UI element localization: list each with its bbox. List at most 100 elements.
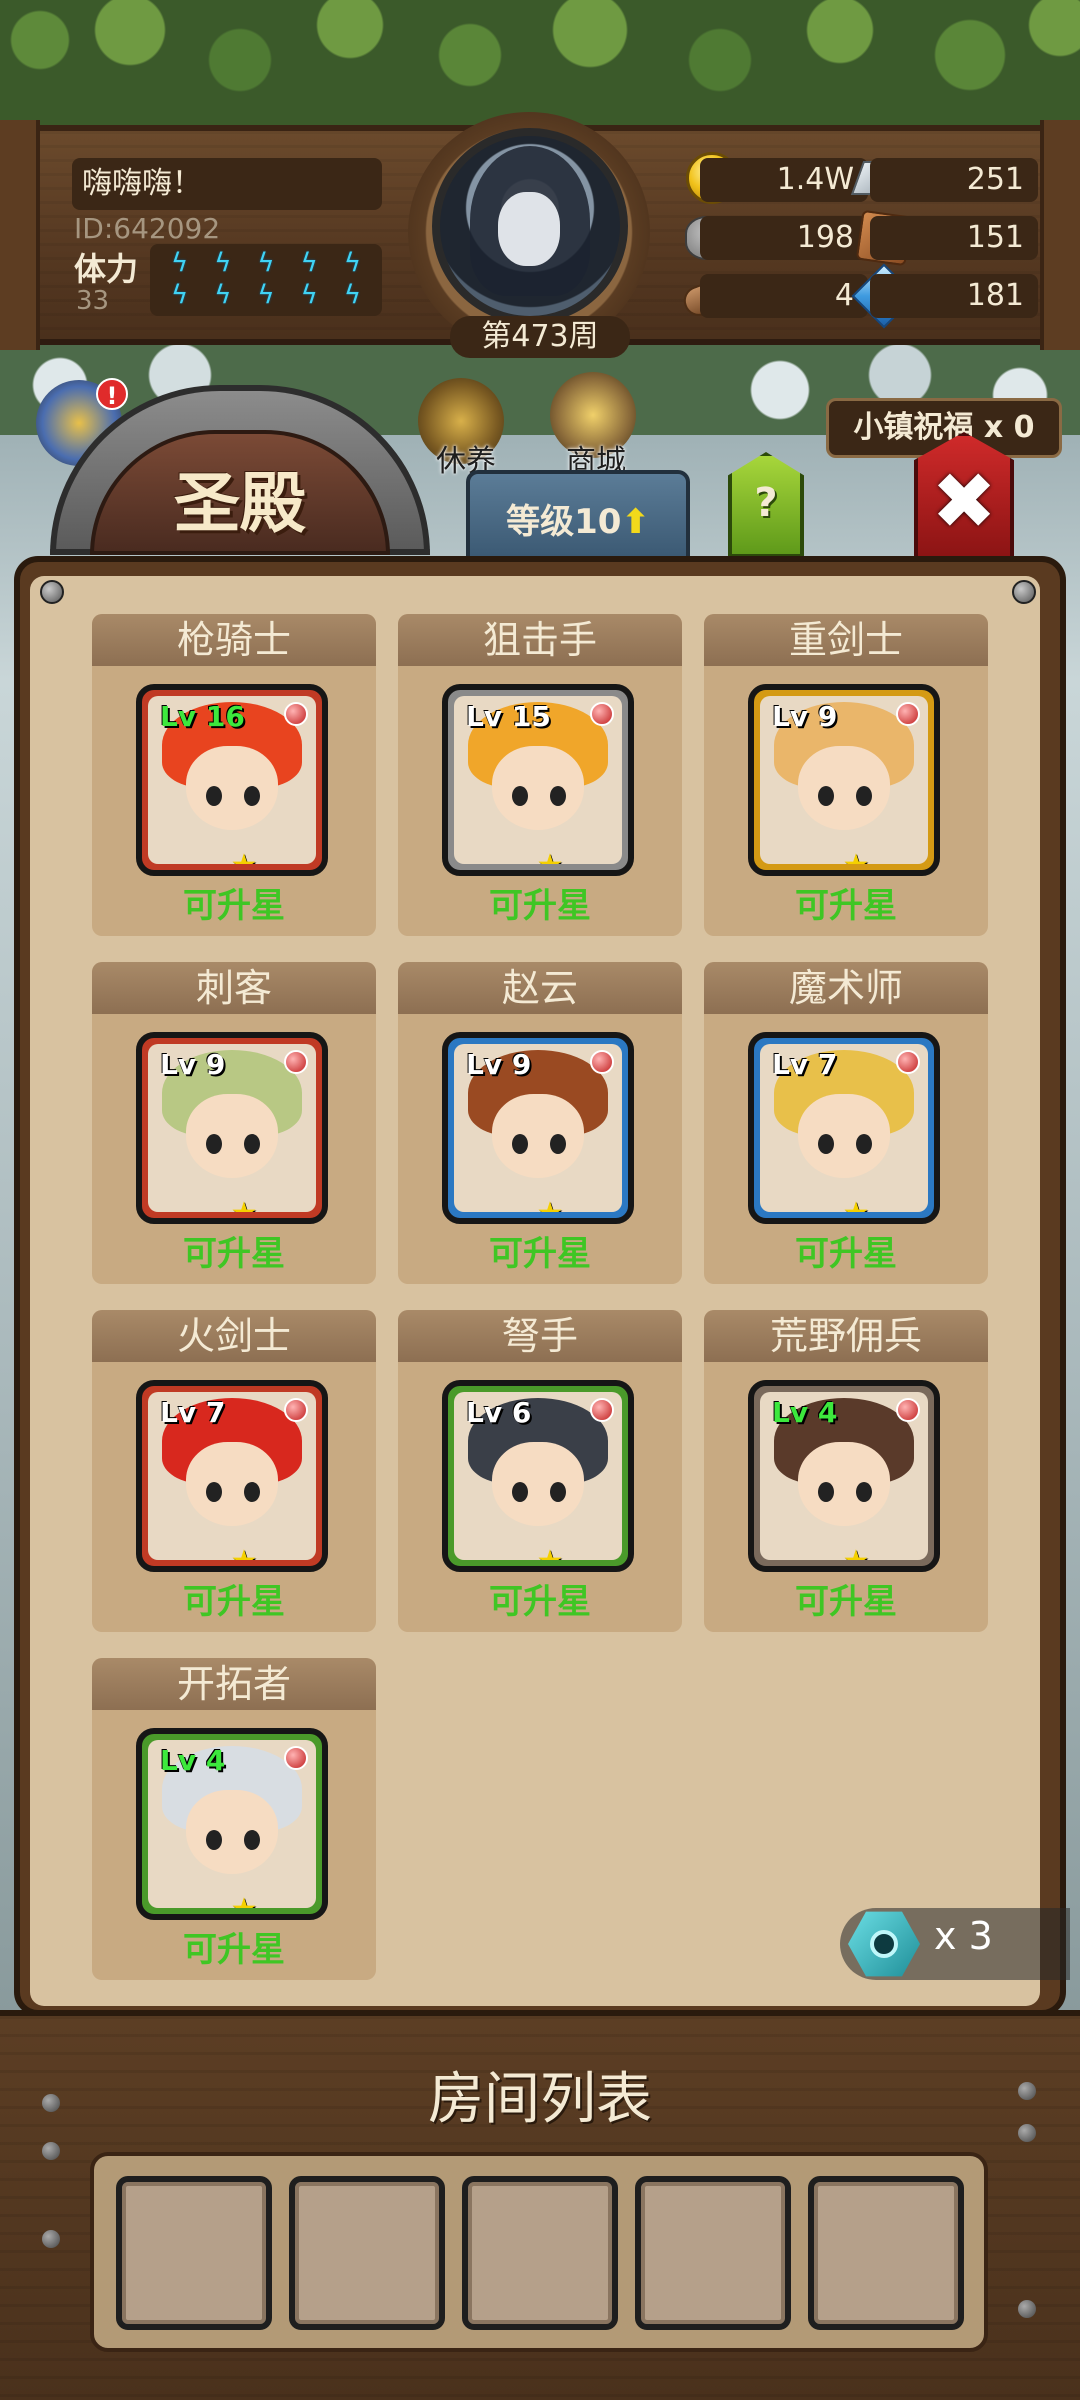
hero-portrait[interactable]: Lv 4 ★ xyxy=(748,1380,940,1572)
lightning-bolt-icon: ϟ xyxy=(300,280,318,310)
lightning-bolt-icon: ϟ xyxy=(214,280,232,310)
room-slot[interactable] xyxy=(635,2176,791,2330)
room-list-title: 房间列表 xyxy=(428,2067,652,2132)
hero-card[interactable]: 开拓者 Lv 4 ★ 可升星 xyxy=(92,1658,376,1980)
hero-card[interactable]: 重剑士 Lv 9 ★ 可升星 xyxy=(704,614,988,936)
red-gem-icon xyxy=(284,1746,308,1770)
stone-amount: 198 xyxy=(700,216,868,260)
hero-card[interactable]: 荒野佣兵 Lv 4 ★ 可升星 xyxy=(704,1310,988,1632)
hero-card[interactable]: 赵云 Lv 9 ★ 可升星 xyxy=(398,962,682,1284)
star-icon: ★ xyxy=(148,1544,316,1560)
player-name: 嗨嗨嗨！ xyxy=(72,158,382,210)
room-slot[interactable] xyxy=(808,2176,964,2330)
lightning-bolt-icon: ϟ xyxy=(171,248,189,278)
alert-badge: ! xyxy=(96,378,128,410)
hero-level: Lv 9 xyxy=(160,1048,226,1081)
hero-portrait[interactable]: Lv 7 ★ xyxy=(136,1380,328,1572)
lightning-bolt-icon: ϟ xyxy=(343,248,361,278)
star-icon: ★ xyxy=(760,848,928,864)
star-icon: ★ xyxy=(454,1544,622,1560)
hero-level: Lv 7 xyxy=(160,1396,226,1429)
hero-level: Lv 16 xyxy=(160,700,245,733)
upgrade-star-status: 可升星 xyxy=(489,1582,591,1622)
hero-card[interactable]: 弩手 Lv 6 ★ 可升星 xyxy=(398,1310,682,1632)
upgrade-star-status: 可升星 xyxy=(489,886,591,926)
red-gem-icon xyxy=(896,1050,920,1074)
building-title: 圣殿 xyxy=(174,465,306,542)
star-icon: ★ xyxy=(454,848,622,864)
upgrade-star-status: 可升星 xyxy=(795,1234,897,1274)
star-icon: ★ xyxy=(760,1196,928,1212)
stamina-value: 33 xyxy=(76,286,110,316)
star-icon: ★ xyxy=(760,1544,928,1560)
lightning-bolt-icon: ϟ xyxy=(343,280,361,310)
rivet xyxy=(1018,2124,1036,2142)
red-gem-icon xyxy=(896,1398,920,1422)
hero-portrait[interactable]: Lv 4 ★ xyxy=(136,1728,328,1920)
hero-level: Lv 4 xyxy=(160,1744,226,1777)
eye-icon xyxy=(870,1930,898,1958)
hero-name: 火剑士 xyxy=(92,1310,376,1362)
hero-portrait[interactable]: Lv 6 ★ xyxy=(442,1380,634,1572)
hero-name: 魔术师 xyxy=(704,962,988,1014)
gold-amount: 1.4W xyxy=(700,158,868,202)
hero-name: 狙击手 xyxy=(398,614,682,666)
hero-portrait[interactable]: Lv 7 ★ xyxy=(748,1032,940,1224)
upgrade-star-status: 可升星 xyxy=(795,886,897,926)
forest-background xyxy=(0,0,1080,130)
hero-portrait[interactable]: Lv 9 ★ xyxy=(748,684,940,876)
rivet xyxy=(42,2230,60,2248)
level-up-arrow-icon: ⬆ xyxy=(621,502,650,542)
hero-portrait[interactable]: Lv 15 ★ xyxy=(442,684,634,876)
hero-card[interactable]: 火剑士 Lv 7 ★ 可升星 xyxy=(92,1310,376,1632)
hero-card[interactable]: 魔术师 Lv 7 ★ 可升星 xyxy=(704,962,988,1284)
hero-level: Lv 6 xyxy=(466,1396,532,1429)
stamina-label: 体力 xyxy=(74,250,139,288)
hero-name: 弩手 xyxy=(398,1310,682,1362)
room-slot[interactable] xyxy=(116,2176,272,2330)
wood-amount: 4 xyxy=(700,274,868,318)
stamina-bar: ϟϟϟϟϟϟϟϟϟϟ xyxy=(150,244,382,316)
hero-name: 开拓者 xyxy=(92,1658,376,1710)
hero-portrait[interactable]: Lv 16 ★ xyxy=(136,684,328,876)
hero-level: Lv 9 xyxy=(772,700,838,733)
rivet xyxy=(1018,2082,1036,2100)
lightning-bolt-icon: ϟ xyxy=(257,248,275,278)
hero-name: 赵云 xyxy=(398,962,682,1014)
upgrade-star-status: 可升星 xyxy=(795,1582,897,1622)
red-gem-icon xyxy=(896,702,920,726)
avatar[interactable] xyxy=(432,128,628,324)
rivet xyxy=(1018,2300,1036,2318)
red-gem-icon xyxy=(284,1398,308,1422)
room-slot[interactable] xyxy=(289,2176,445,2330)
week-counter: 第473周 xyxy=(450,316,630,358)
hero-level: Lv 7 xyxy=(772,1048,838,1081)
red-gem-icon xyxy=(590,702,614,726)
upgrade-star-status: 可升星 xyxy=(183,1930,285,1970)
hero-level: Lv 9 xyxy=(466,1048,532,1081)
star-icon: ★ xyxy=(148,1892,316,1908)
star-icon: ★ xyxy=(148,1196,316,1212)
right-post xyxy=(1040,120,1080,350)
panel-rivet xyxy=(1012,580,1036,604)
left-post xyxy=(0,120,40,350)
lightning-bolt-icon: ϟ xyxy=(171,280,189,310)
upgrade-star-status: 可升星 xyxy=(183,886,285,926)
rivet xyxy=(42,2094,60,2112)
hero-portrait[interactable]: Lv 9 ★ xyxy=(136,1032,328,1224)
lightning-bolt-icon: ϟ xyxy=(214,248,232,278)
crystal-amount: 181 xyxy=(870,274,1038,318)
room-slot[interactable] xyxy=(462,2176,618,2330)
upgrade-star-status: 可升星 xyxy=(183,1582,285,1622)
hero-card[interactable]: 刺客 Lv 9 ★ 可升星 xyxy=(92,962,376,1284)
hero-card[interactable]: 枪骑士 Lv 16 ★ 可升星 xyxy=(92,614,376,936)
rivet xyxy=(42,2142,60,2160)
lightning-bolt-icon: ϟ xyxy=(300,248,318,278)
upgrade-star-status: 可升星 xyxy=(489,1234,591,1274)
star-icon: ★ xyxy=(148,848,316,864)
hero-portrait[interactable]: Lv 9 ★ xyxy=(442,1032,634,1224)
star-icon: ★ xyxy=(454,1196,622,1212)
level-label: 等级10⬆ xyxy=(506,502,650,542)
hero-card[interactable]: 狙击手 Lv 15 ★ 可升星 xyxy=(398,614,682,936)
lightning-bolt-icon: ϟ xyxy=(257,280,275,310)
